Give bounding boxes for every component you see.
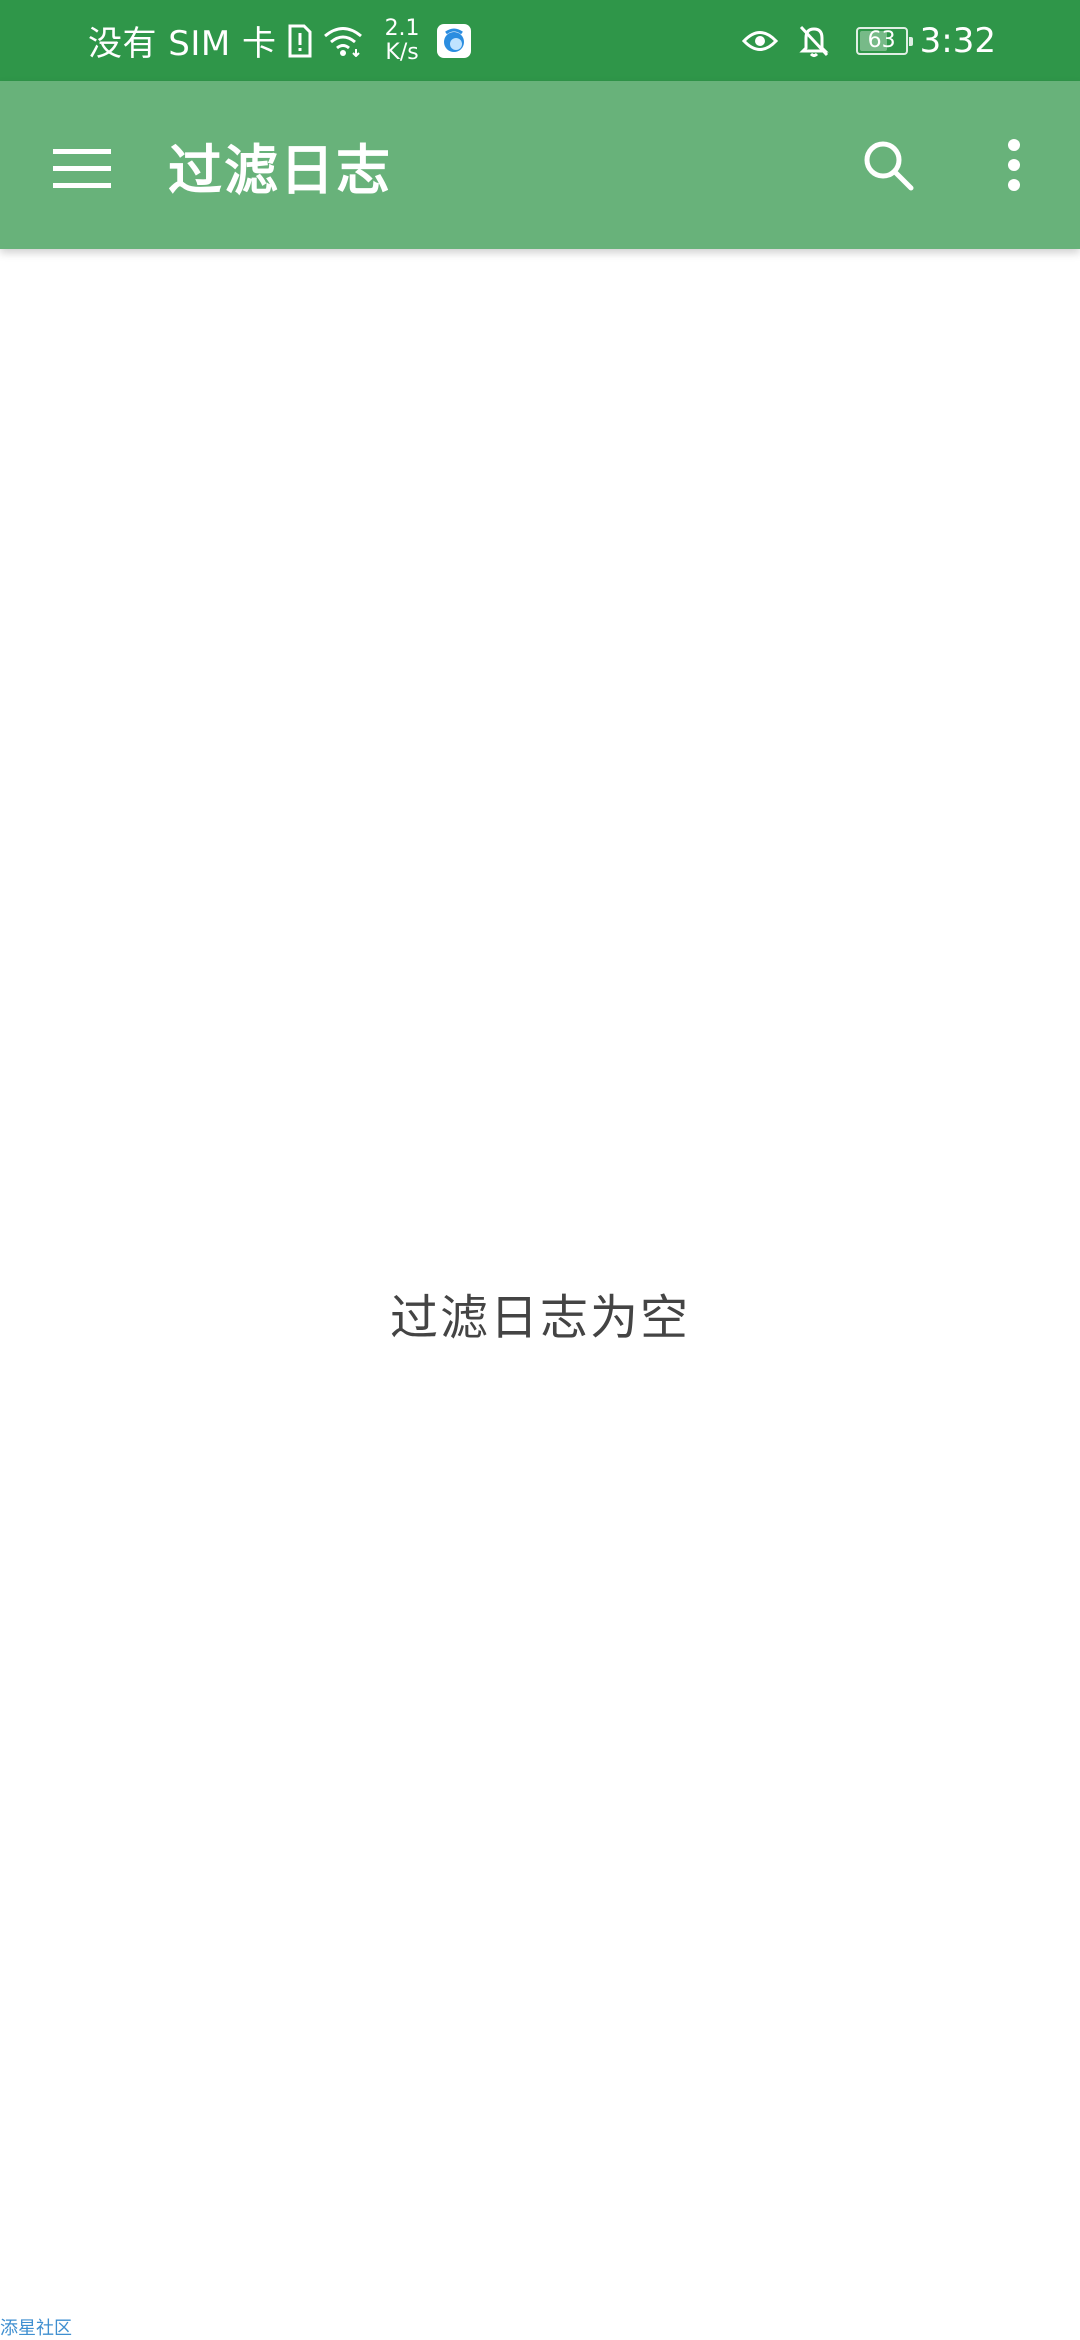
empty-state-message: 过滤日志为空 (389, 1290, 690, 1346)
page-title: 过滤日志 (168, 138, 392, 202)
wifi-icon (323, 25, 363, 57)
battery-level: 63 (867, 28, 896, 53)
sim-alert-icon (287, 24, 313, 58)
search-icon (864, 141, 914, 191)
battery-tip (908, 36, 913, 46)
eye-icon (741, 28, 778, 54)
carrier-label: 没有 SIM 卡 (88, 24, 277, 64)
status-bar-right: 63 3:32 (741, 0, 996, 81)
more-vert-icon (1008, 139, 1020, 191)
navigation-menu-button[interactable] (40, 127, 124, 211)
bell-off-icon (798, 24, 830, 58)
status-bar-left: 没有 SIM 卡 2.1 K/s (88, 0, 472, 81)
app-notification-icon (436, 23, 472, 59)
status-bar: 没有 SIM 卡 2.1 K/s 63 3:32 (0, 0, 1080, 81)
watermark-label: 添星社区 (0, 2318, 72, 2339)
overflow-menu-button[interactable] (972, 123, 1056, 207)
battery-indicator: 63 (855, 26, 913, 55)
hamburger-menu-icon (53, 149, 111, 188)
network-speed: 2.1 K/s (384, 15, 420, 65)
network-speed-unit: K/s (385, 39, 419, 65)
search-button[interactable] (846, 123, 930, 207)
network-speed-value: 2.1 (384, 15, 420, 41)
status-clock: 3:32 (919, 20, 996, 61)
app-bar: 过滤日志 (0, 81, 1080, 249)
